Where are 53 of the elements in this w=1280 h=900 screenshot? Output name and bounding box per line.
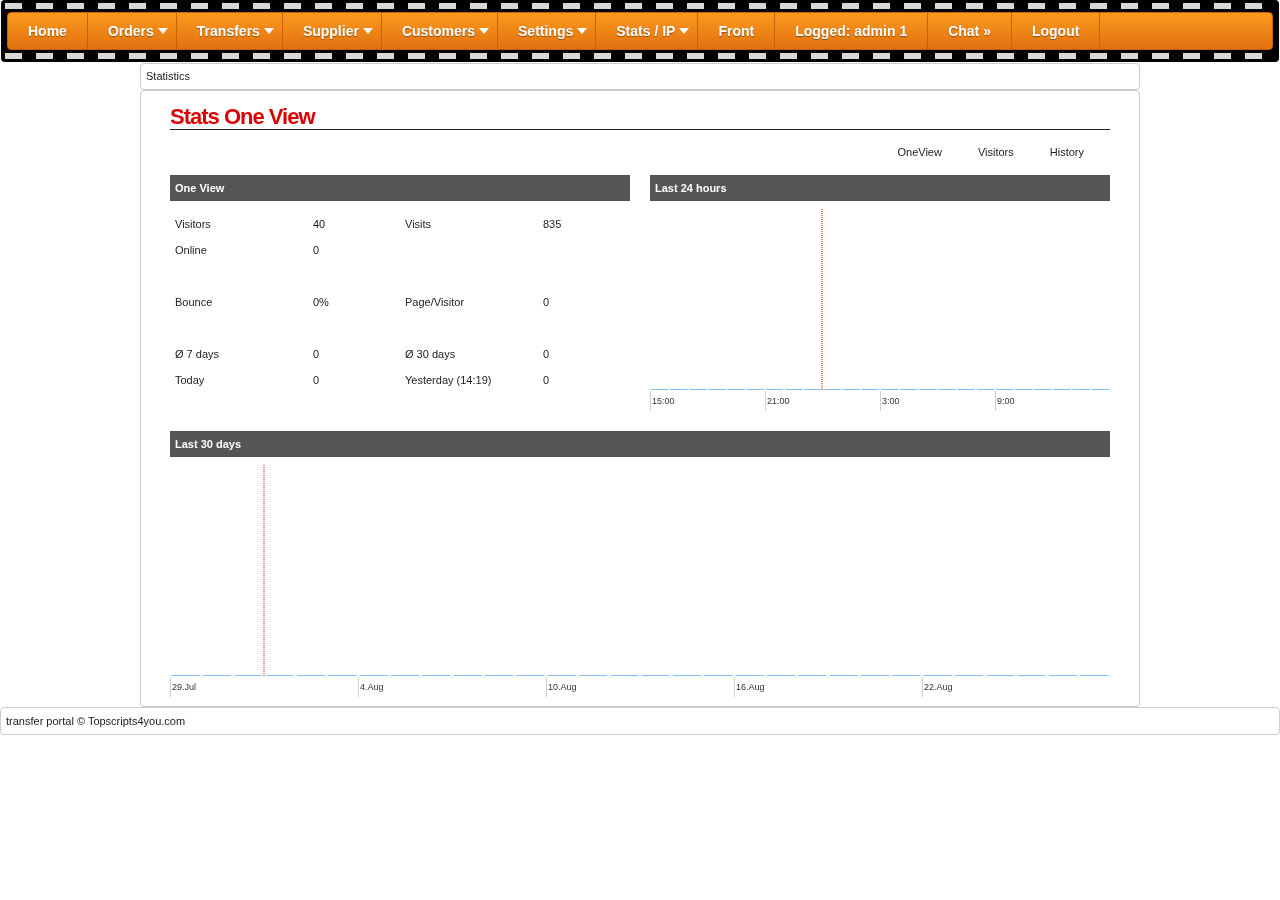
nav-item[interactable]: Orders <box>87 13 177 49</box>
axis-label: 29.Jul <box>172 682 197 692</box>
axis-label: 15:00 <box>652 396 675 406</box>
stat-text: Visits <box>405 217 432 230</box>
nav-item[interactable]: Transfers <box>176 13 283 49</box>
stat-text: Visitors <box>175 217 211 230</box>
axis-label: 9:00 <box>997 396 1015 406</box>
stat-text: Ø 7 days <box>175 347 220 360</box>
stat-text: Today <box>175 373 205 386</box>
axis-label: 3:00 <box>882 396 900 406</box>
nav-item[interactable]: Stats / IP <box>596 13 699 49</box>
page-title: Stats One View <box>170 105 317 129</box>
stat-text: 40 <box>313 217 326 230</box>
stat-text: 0 <box>313 373 320 386</box>
caret-icon <box>679 28 690 34</box>
caret-icon <box>479 28 490 34</box>
axis-label: 21:00 <box>767 396 790 406</box>
stat-text: 0 <box>543 373 550 386</box>
stat-text: Ø 30 days <box>405 347 456 360</box>
stat-text: 835 <box>543 217 562 230</box>
stat-text: Yesterday (14:19) <box>405 373 492 386</box>
stat-text: Page/Visitor <box>405 295 465 308</box>
footer-text: transfer portal © Topscripts4you.com <box>6 713 186 729</box>
nav-item[interactable]: Logout <box>1011 13 1101 49</box>
sub-nav-link[interactable]: History <box>1031 144 1102 160</box>
stat-text: 0% <box>313 295 329 308</box>
stat-text: 0 <box>313 243 320 256</box>
sub-nav-link[interactable]: OneView <box>879 144 960 160</box>
axis-label: 22.Aug <box>924 682 953 692</box>
sub-nav-link[interactable]: Visitors <box>959 144 1032 160</box>
panel-heading: One View <box>175 180 225 196</box>
nav-item[interactable]: Front <box>698 13 776 49</box>
nav-item[interactable]: Chat » <box>928 13 1012 49</box>
axis-label: 4.Aug <box>360 682 384 692</box>
nav-item[interactable]: Logged: admin 1 <box>775 13 929 49</box>
caret-icon <box>577 28 588 34</box>
axis-label: 16.Aug <box>736 682 765 692</box>
panel-heading: Last 24 hours <box>655 180 727 196</box>
caret-icon <box>157 28 168 34</box>
nav-item[interactable]: Settings <box>498 13 597 49</box>
axis-label: 10.Aug <box>548 682 577 692</box>
caret-icon <box>263 28 274 34</box>
stat-text: 0 <box>313 347 320 360</box>
breadcrumb: Statistics <box>146 69 190 85</box>
stat-text: 0 <box>543 347 550 360</box>
caret-icon <box>362 28 373 34</box>
panel-heading: Last 30 days <box>175 436 242 452</box>
nav-item[interactable]: Home <box>8 13 88 49</box>
nav-item[interactable]: Customers <box>381 13 499 49</box>
nav-item[interactable]: Supplier <box>282 13 382 49</box>
stat-text: 0 <box>543 295 550 308</box>
stat-text: Online <box>175 243 207 256</box>
stat-text: Bounce <box>175 295 213 308</box>
